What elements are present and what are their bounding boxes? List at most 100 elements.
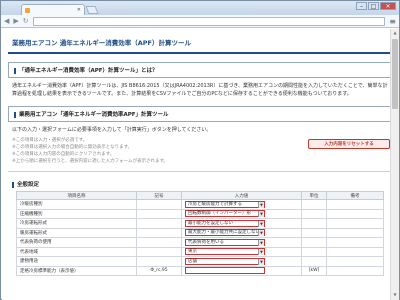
row-unit <box>301 199 327 210</box>
table-row: 暖房運転形式 最大能力・最小能力共に設定しない ▼ <box>16 227 384 238</box>
row-name: 暖房運転形式 <box>16 227 137 238</box>
table-row: 定格冷房標準能力（表示値） Φ_rc,95 [kW] <box>16 265 384 276</box>
row-name: 定格冷房標準能力（表示値） <box>16 265 137 276</box>
col-header-unit: 単位 <box>301 191 327 200</box>
reset-button[interactable]: 入力内容をリセットする <box>308 139 390 149</box>
col-header-value: 入力値 <box>181 191 302 200</box>
row-value-cell: 回転数制御（インバーター）形 ▼ <box>181 208 302 219</box>
close-tab-icon[interactable]: ✕ <box>77 7 81 13</box>
reload-icon[interactable]: ↻ <box>23 17 29 25</box>
row-note <box>326 246 384 257</box>
chevron-down-icon: ▼ <box>258 211 264 218</box>
col-header-symbol: 記号 <box>136 191 182 200</box>
heading-marker <box>14 111 16 118</box>
scrollbar-thumb[interactable] <box>392 39 398 109</box>
row-value-cell: 店舗 ▼ <box>181 256 302 267</box>
row-symbol <box>136 237 182 248</box>
page-content: 業務用エアコン 通年エネルギー消費効率（APF）計算ツール 「通年エネルギー消費… <box>2 29 399 300</box>
row-note <box>326 199 384 210</box>
table-row: 冷房運転形式 最小能力を設定しない ▼ <box>16 218 384 229</box>
row-value-cell: 東京 ▼ <box>181 246 302 257</box>
compressor-type-select[interactable]: 回転数制御（インバーター）形 ▼ <box>185 210 265 218</box>
basic-settings-heading-text: 全般設定 <box>17 182 40 188</box>
row-symbol: Φ_rc,95 <box>136 265 182 276</box>
row-value-cell: 代表負荷を用いる ▼ <box>181 237 302 248</box>
rated-cooling-capacity-input[interactable] <box>185 267 265 275</box>
table-row: 圧縮機種別 回転数制御（インバーター）形 ▼ <box>16 208 384 219</box>
chevron-down-icon: ▼ <box>258 220 264 227</box>
selected-value: 店舗 <box>188 258 197 264</box>
chevron-down-icon: ▼ <box>258 230 264 237</box>
row-note <box>326 208 384 219</box>
col-header-name: 項目名称 <box>16 191 137 200</box>
minimize-button[interactable]: – <box>356 2 367 10</box>
table-row: 冷暖房種別 冷房と暖房能力で計算する ▼ <box>16 199 384 210</box>
selected-value: 最大能力・最小能力共に設定しない <box>188 230 260 236</box>
cooling-heating-type-select[interactable]: 冷房と暖房能力で計算する ▼ <box>185 200 265 208</box>
region-select[interactable]: 東京 ▼ <box>185 248 265 256</box>
row-unit <box>301 246 327 257</box>
favicon-icon <box>25 7 30 13</box>
selected-value: 回転数制御（インバーター）形 <box>188 211 251 217</box>
row-value-cell <box>181 265 302 276</box>
forward-icon[interactable]: ▶ <box>13 17 18 25</box>
window-controls: – □ ✕ <box>356 2 396 10</box>
address-bar: ◀ ▶ ↻ ≡ <box>1 15 399 28</box>
row-symbol <box>136 246 182 257</box>
browser-window: ✕ – □ ✕ ◀ ▶ ↻ ≡ 業務用エアコン 通年エネルギー消費効率（APF）… <box>0 0 400 300</box>
scroll-down-icon[interactable]: ▼ <box>392 292 398 299</box>
menu-icon[interactable]: ≡ <box>389 17 396 26</box>
row-symbol <box>136 218 182 229</box>
browser-tab[interactable]: ✕ <box>21 4 85 15</box>
settings-table: 項目名称 記号 入力値 単位 備考 冷暖房種別 冷房と暖房能力で計算する ▼ 圧… <box>16 191 384 276</box>
new-tab-button[interactable] <box>85 6 99 14</box>
note-cleared: ※この項目は入力内容の自動的にクリアされます。 <box>12 152 115 157</box>
about-paragraph: 通年エネルギー消費効率（APF）計算ツールは、JIS B8616:2015（又は… <box>12 83 388 97</box>
url-input[interactable] <box>32 16 386 26</box>
chevron-down-icon: ▼ <box>258 201 264 208</box>
row-symbol <box>136 256 182 267</box>
col-header-note: 備考 <box>326 191 384 200</box>
scroll-up-icon[interactable]: ▲ <box>392 30 398 37</box>
row-name: 建物用途 <box>16 256 137 267</box>
cooling-mode-select[interactable]: 最小能力を設定しない ▼ <box>185 219 265 227</box>
heading-marker <box>14 67 16 74</box>
title-bar: ✕ – □ ✕ <box>1 1 399 15</box>
divider <box>8 171 392 172</box>
note-order: ※上から順に選択を行うと、選択内容に適した入力フォームが表示されます。 <box>12 159 169 164</box>
row-name: 冷暖房種別 <box>16 199 137 210</box>
heading-marker <box>12 181 14 188</box>
chevron-down-icon: ▼ <box>258 239 264 246</box>
row-name: 代表負荷の使用 <box>16 237 137 248</box>
selected-value: 冷房と暖房能力で計算する <box>188 201 242 207</box>
row-value-cell: 最小能力を設定しない ▼ <box>181 218 302 229</box>
table-header-row: 項目名称 記号 入力値 単位 備考 <box>16 191 384 200</box>
row-unit <box>301 237 327 248</box>
row-value-cell: 最大能力・最小能力共に設定しない ▼ <box>181 227 302 238</box>
row-name: 冷房運転形式 <box>16 218 137 229</box>
row-note <box>326 265 384 276</box>
section-heading-tool-text: 業務用エアコン「通年エネルギー消費効率APF」計算ツール <box>19 112 169 118</box>
back-icon[interactable]: ◀ <box>4 17 9 25</box>
table-row: 代表負荷の使用 代表負荷を用いる ▼ <box>16 237 384 248</box>
representative-load-select[interactable]: 代表負荷を用いる ▼ <box>185 238 265 246</box>
maximize-button[interactable]: □ <box>368 2 379 10</box>
row-note <box>326 227 384 238</box>
row-note <box>326 218 384 229</box>
row-unit <box>301 208 327 219</box>
row-unit <box>301 218 327 229</box>
row-symbol <box>136 199 182 210</box>
section-heading-tool: 業務用エアコン「通年エネルギー消費効率APF」計算ツール <box>8 106 392 122</box>
selected-value: 東京 <box>188 249 197 255</box>
heating-mode-select[interactable]: 最大能力・最小能力共に設定しない ▼ <box>185 229 265 237</box>
notes-block: ※この項目は入力・選択が必須です。 ※この項目は選択入力の場合自動的に無効表示と… <box>8 137 392 165</box>
close-window-button[interactable]: ✕ <box>380 2 396 10</box>
selected-value: 最小能力を設定しない <box>188 220 233 226</box>
instruction-text: 以下の入力・選択フォームに必要事項を入力して「計算実行」ボタンを押してください。 <box>12 127 212 133</box>
row-name: 代表地域 <box>16 246 137 257</box>
vertical-scrollbar[interactable]: ▲ ▼ <box>390 29 399 300</box>
row-value-cell: 冷房と暖房能力で計算する ▼ <box>181 199 302 210</box>
building-use-select[interactable]: 店舗 ▼ <box>185 257 265 265</box>
row-unit <box>301 256 327 267</box>
row-unit: [kW] <box>301 265 327 276</box>
